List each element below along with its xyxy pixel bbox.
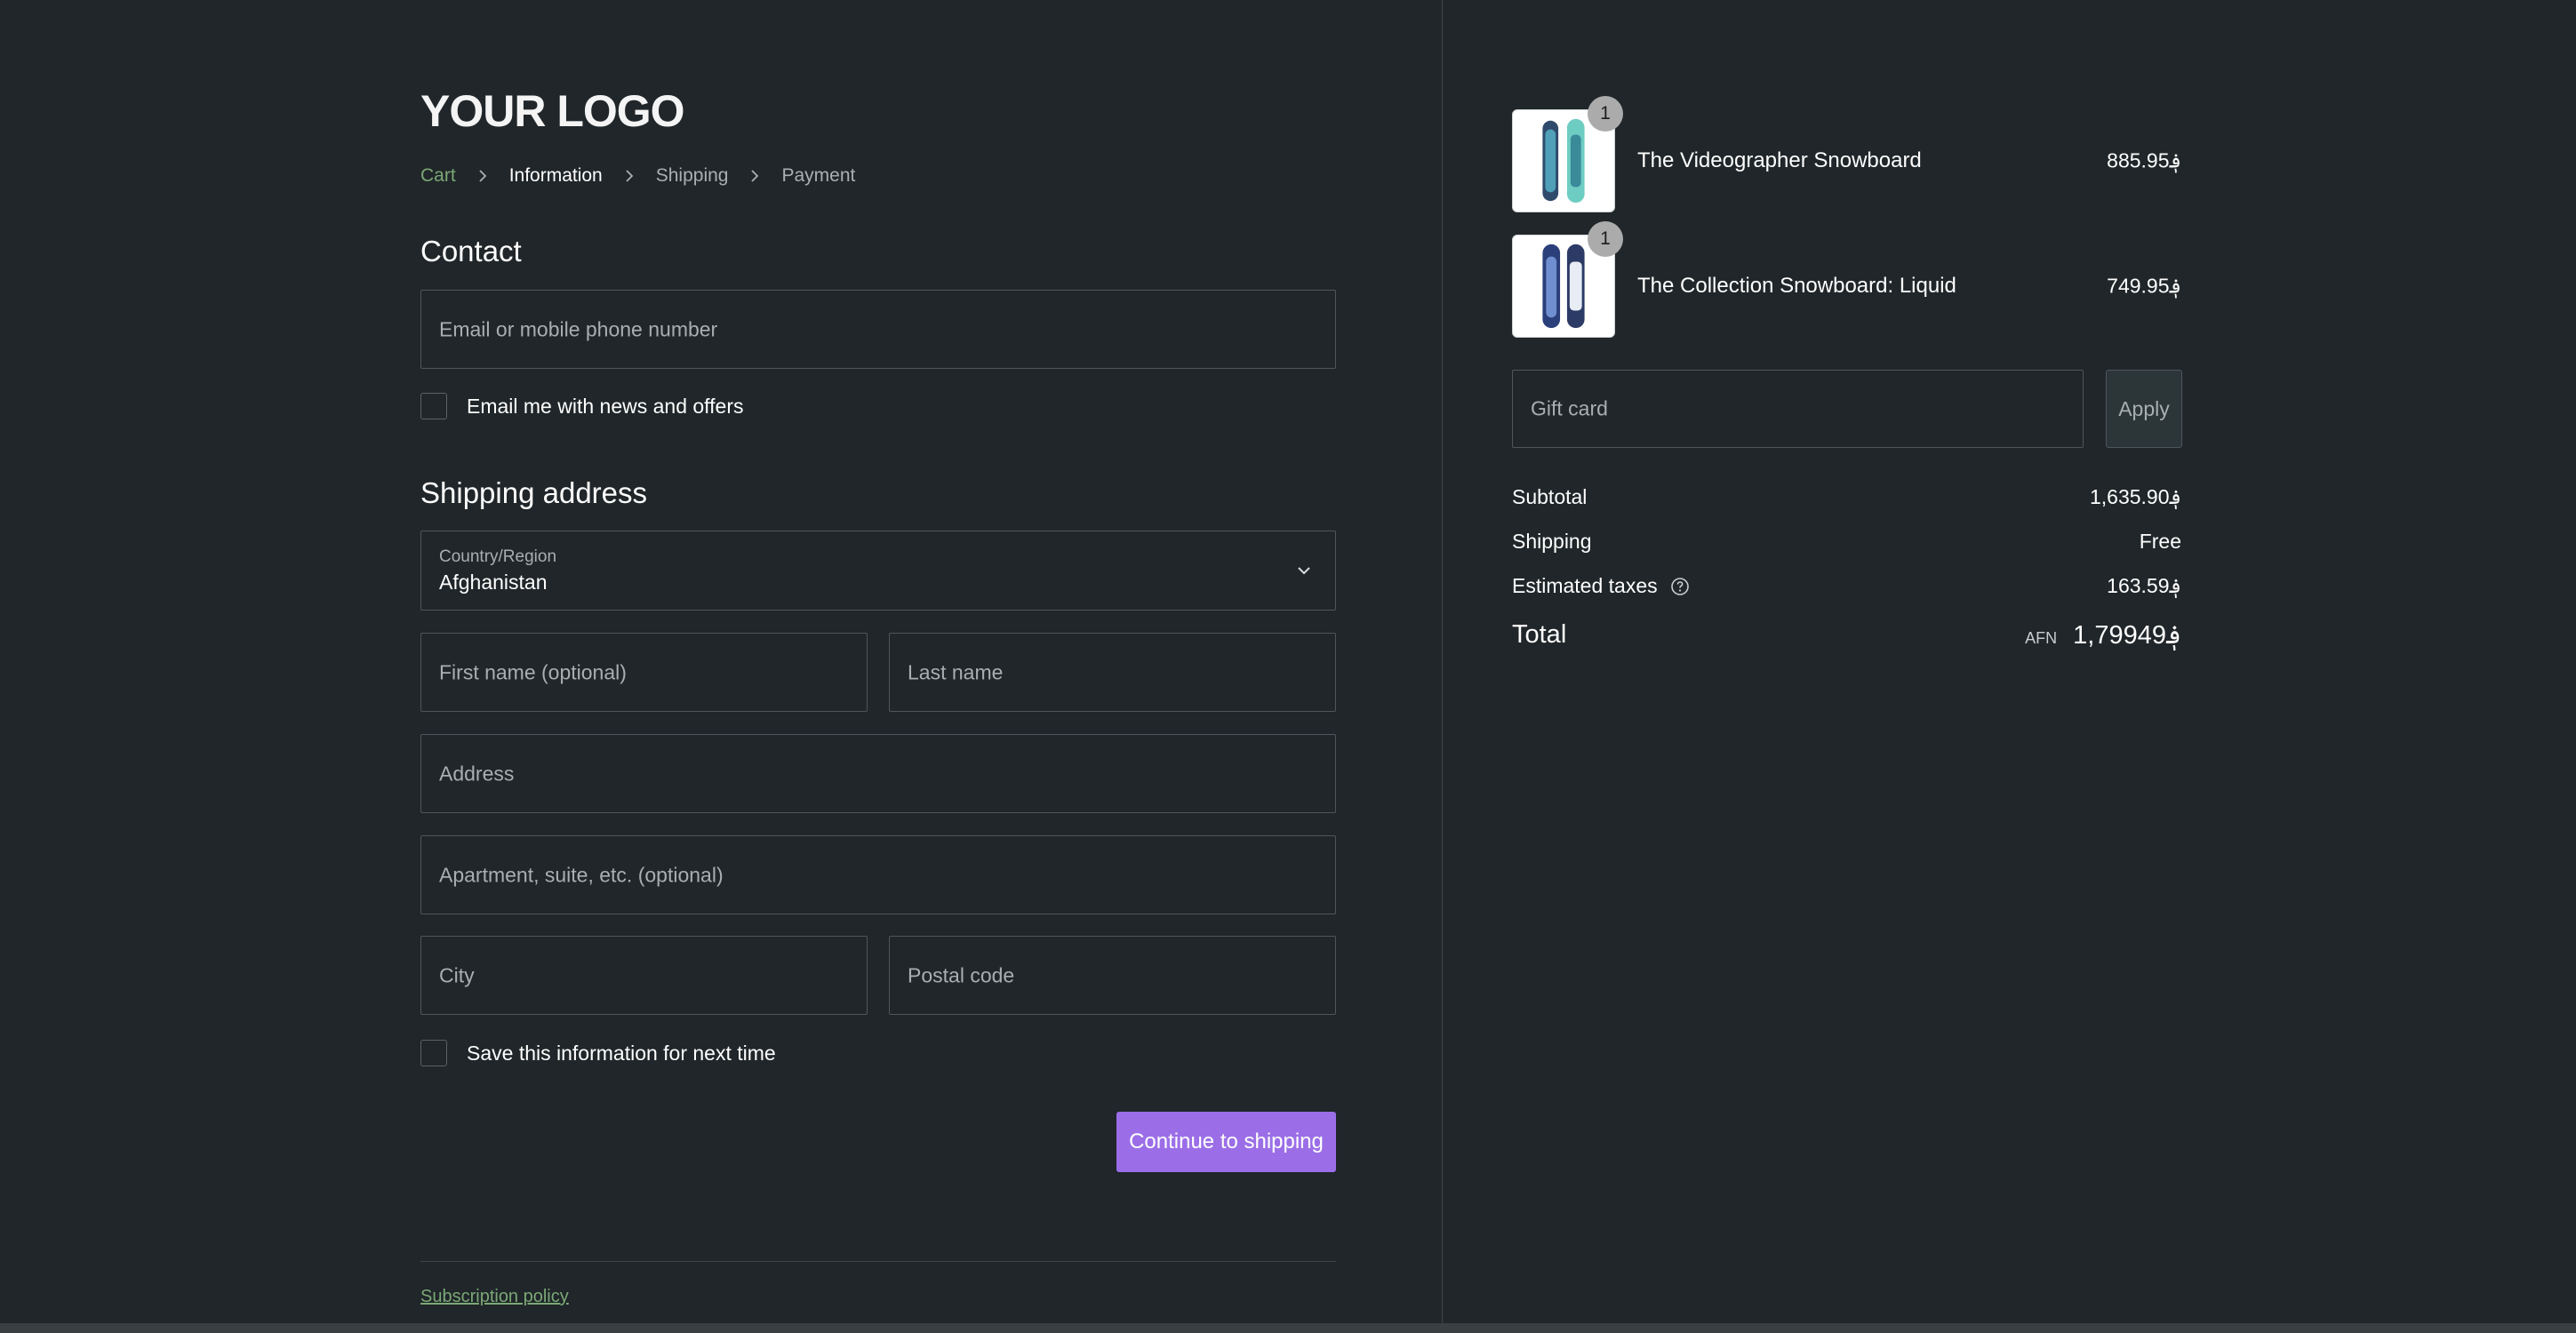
gift-card-placeholder: Gift card bbox=[1531, 396, 1608, 420]
quantity-badge: 1 bbox=[1588, 96, 1623, 132]
first-name-field[interactable]: First name (optional) bbox=[420, 633, 868, 712]
item-title: The Videographer Snowboard bbox=[1637, 148, 1922, 172]
product-thumbnail: 1 bbox=[1512, 221, 1623, 338]
gift-card-input[interactable]: Gift card bbox=[1512, 370, 2084, 448]
item-price: 749.95؋ bbox=[2107, 274, 2181, 298]
last-name-placeholder: Last name bbox=[908, 660, 1004, 683]
shipping-address-heading: Shipping address bbox=[420, 476, 648, 509]
postal-code-placeholder: Postal code bbox=[908, 963, 1015, 986]
shipping-label: Shipping bbox=[1512, 530, 1592, 553]
item-price: 885.95؋ bbox=[2107, 148, 2181, 172]
subscription-policy-link[interactable]: Subscription policy bbox=[420, 1287, 569, 1307]
save-info-option[interactable]: Save this information for next time bbox=[420, 1040, 776, 1066]
newsletter-option[interactable]: Email me with news and offers bbox=[420, 393, 744, 419]
address-field[interactable]: Address bbox=[420, 734, 1336, 813]
info-circle-icon[interactable] bbox=[1670, 577, 1690, 596]
city-placeholder: City bbox=[439, 963, 475, 986]
line-item: 1 The Collection Snowboard: Liquid 749.9… bbox=[1512, 221, 2181, 338]
breadcrumb-shipping: Shipping bbox=[655, 165, 729, 186]
city-field[interactable]: City bbox=[420, 936, 868, 1015]
newsletter-checkbox[interactable] bbox=[420, 393, 447, 419]
breadcrumb-information: Information bbox=[508, 165, 603, 186]
subtotal-value: 1,635.90؋ bbox=[2089, 485, 2181, 508]
total-label: Total bbox=[1512, 620, 1567, 649]
country-value: Afghanistan bbox=[439, 571, 548, 594]
save-info-label: Save this information for next time bbox=[467, 1041, 776, 1065]
checkout-form-pane: YOUR LOGO Cart Information Shipping Paym… bbox=[0, 0, 1442, 1323]
breadcrumb: Cart Information Shipping Payment bbox=[420, 165, 855, 187]
checkout-page: YOUR LOGO Cart Information Shipping Paym… bbox=[0, 0, 2576, 1333]
chevron-down-icon bbox=[1296, 563, 1312, 579]
apply-gift-card-button[interactable]: Apply bbox=[2106, 370, 2182, 448]
subtotal-row: Subtotal 1,635.90؋ bbox=[1512, 485, 2181, 509]
apartment-field[interactable]: Apartment, suite, etc. (optional) bbox=[420, 835, 1336, 914]
product-thumbnail: 1 bbox=[1512, 96, 1623, 212]
total-row: Total AFN 1,79949؋ bbox=[1512, 619, 2181, 651]
breadcrumb-cart[interactable]: Cart bbox=[420, 165, 456, 187]
subtotal-label: Subtotal bbox=[1512, 485, 1588, 508]
save-info-checkbox[interactable] bbox=[420, 1040, 447, 1066]
country-label: Country/Region bbox=[439, 547, 557, 566]
shipping-row: Shipping Free bbox=[1512, 530, 2181, 554]
footer-divider bbox=[420, 1261, 1336, 1262]
shipping-value: Free bbox=[2139, 530, 2181, 553]
continue-to-shipping-button[interactable]: Continue to shipping bbox=[1116, 1112, 1336, 1172]
postal-code-field[interactable]: Postal code bbox=[889, 936, 1336, 1015]
currency-code: AFN bbox=[2025, 629, 2058, 647]
first-name-placeholder: First name (optional) bbox=[439, 660, 627, 683]
taxes-row: Estimated taxes 163.59؋ bbox=[1512, 574, 2181, 598]
country-select[interactable]: Country/Region Afghanistan bbox=[420, 531, 1336, 611]
total-amount: AFN 1,79949؋ bbox=[2025, 619, 2181, 651]
apartment-placeholder: Apartment, suite, etc. (optional) bbox=[439, 863, 724, 886]
line-item: 1 The Videographer Snowboard 885.95؋ bbox=[1512, 96, 2181, 212]
store-logo[interactable]: YOUR LOGO bbox=[420, 85, 685, 137]
contact-heading: Contact bbox=[420, 235, 522, 267]
newsletter-label: Email me with news and offers bbox=[467, 394, 744, 418]
email-placeholder: Email or mobile phone number bbox=[439, 317, 718, 340]
taxes-value: 163.59؋ bbox=[2107, 574, 2181, 597]
taxes-label: Estimated taxes bbox=[1512, 574, 1658, 597]
email-field[interactable]: Email or mobile phone number bbox=[420, 290, 1336, 369]
window-bottom-edge bbox=[0, 1323, 2576, 1333]
taxes-label-group: Estimated taxes bbox=[1512, 574, 1690, 598]
total-value: 1,79949؋ bbox=[2073, 621, 2181, 650]
chevron-right-icon bbox=[748, 169, 762, 183]
address-placeholder: Address bbox=[439, 762, 515, 785]
last-name-field[interactable]: Last name bbox=[889, 633, 1336, 712]
chevron-right-icon bbox=[622, 169, 636, 183]
quantity-badge: 1 bbox=[1588, 221, 1623, 257]
breadcrumb-payment: Payment bbox=[781, 165, 856, 186]
chevron-right-icon bbox=[476, 169, 490, 183]
item-title: The Collection Snowboard: Liquid bbox=[1637, 274, 1956, 298]
